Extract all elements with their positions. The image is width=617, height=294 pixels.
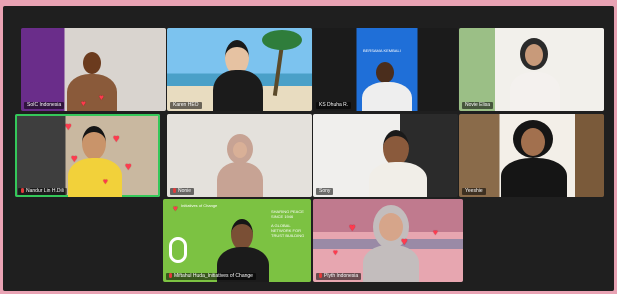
participant-video <box>207 38 267 111</box>
heart-reaction-icon: ♥ <box>433 228 438 237</box>
heart-reaction-icon: ♥ <box>173 204 178 213</box>
heart-reaction-icon: ♥ <box>333 248 338 257</box>
participant-name-label: Karen HEO <box>170 102 202 109</box>
heart-reaction-icon: ♥ <box>125 161 132 173</box>
iofc-sub: A GLOBAL NETWORK FOR TRUST BUILDING <box>271 223 305 238</box>
banner-text: BERSAMA KEMBALI <box>363 48 401 53</box>
video-tile-ks-dhuha[interactable]: BERSAMA KEMBALI KS Dhuha R. <box>313 28 458 111</box>
participant-name-label: Miftahul Huda_Initiatives of Change <box>166 273 256 280</box>
participant-name-label: Nandur Lin H.Dili <box>18 188 67 195</box>
video-tile-soic-indonesia[interactable]: ♥ ♥ SoIC Indonesia <box>21 28 166 111</box>
participant-video <box>504 36 564 111</box>
participant-name-label: Plyth Indonesia <box>316 273 362 280</box>
video-tile-miftahul-huda[interactable]: Initiatives of Change SHARING PEACE SINC… <box>163 199 311 282</box>
heart-reaction-icon: ♥ <box>99 93 104 102</box>
heart-reaction-icon: ♥ <box>81 99 86 108</box>
video-tile-nandur-lin[interactable]: ♥ ♥ ♥ ♥ ♥ Nandur Lin H.Dili <box>15 114 160 197</box>
muted-mic-icon <box>21 188 24 193</box>
participant-video <box>213 215 273 282</box>
muted-mic-icon <box>169 273 172 278</box>
heart-reaction-icon: ♥ <box>71 153 78 165</box>
video-tile-yeeshie[interactable]: Yeeshie <box>459 114 604 197</box>
participant-name-label: KS Dhuha R. <box>316 102 352 109</box>
participant-name-label: Yeeshie <box>462 188 486 195</box>
participant-video <box>61 48 121 111</box>
video-tile-plyth-indonesia[interactable]: ♥ ♥ ♥ ♥ Plyth Indonesia <box>313 199 463 282</box>
participant-video <box>363 124 433 197</box>
participant-name-label: Sony <box>316 188 334 195</box>
muted-mic-icon <box>319 273 322 278</box>
video-tile-karen-heo[interactable]: Karen HEO <box>167 28 312 111</box>
participant-name-label: SoIC Indonesia <box>24 102 65 109</box>
participant-video <box>499 118 569 197</box>
iofc-title: Initiatives of Change <box>181 203 218 208</box>
video-tile-sony[interactable]: Sony <box>313 114 458 197</box>
participant-video <box>215 128 265 197</box>
participant-video <box>358 58 418 111</box>
video-tile-novie-elisa[interactable]: Novie Elisa <box>459 28 604 111</box>
iofc-logo <box>169 237 187 263</box>
video-grid: ♥ ♥ SoIC Indonesia Karen HEO BERSAMA KEM… <box>3 6 614 291</box>
iofc-headline: SHARING PEACE SINCE 1946 <box>271 209 304 219</box>
palm-leaves <box>262 30 302 50</box>
heart-reaction-icon: ♥ <box>113 133 120 145</box>
muted-mic-icon <box>173 188 176 193</box>
participant-name-label: Nonie <box>170 188 195 195</box>
video-tile-nonie[interactable]: Nonie <box>167 114 312 197</box>
heart-reaction-icon: ♥ <box>65 121 72 133</box>
participant-video <box>361 203 421 282</box>
heart-reaction-icon: ♥ <box>103 177 108 186</box>
participant-name-label: Novie Elisa <box>462 102 494 109</box>
heart-reaction-icon: ♥ <box>401 236 408 248</box>
heart-reaction-icon: ♥ <box>349 222 356 234</box>
